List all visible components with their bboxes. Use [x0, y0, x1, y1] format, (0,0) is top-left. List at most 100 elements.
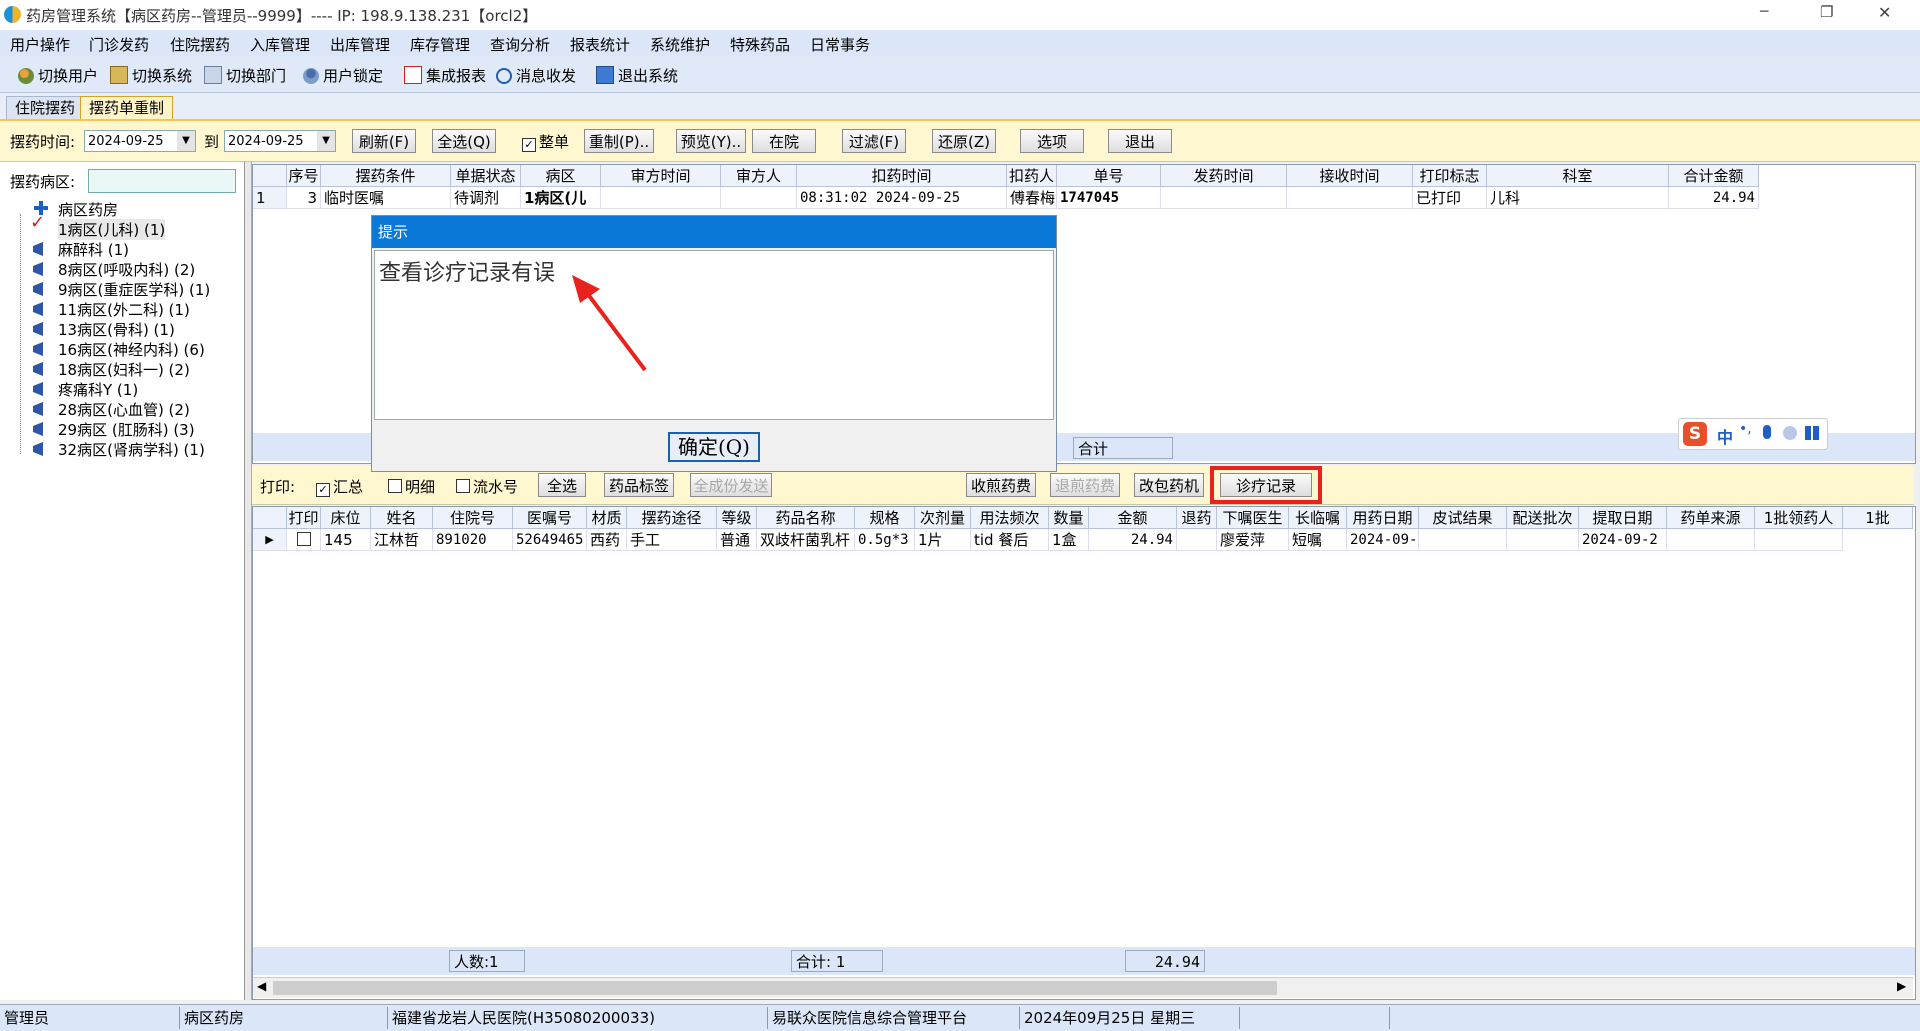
summary-checkbox[interactable]: ✓ 汇总 [316, 476, 363, 497]
collect-fee-button[interactable]: 收煎药费 [966, 473, 1036, 497]
col-header[interactable]: 单号 [1057, 165, 1161, 187]
tree-root[interactable]: 病区药房 [58, 199, 118, 220]
refresh-button[interactable]: 刷新(F) [352, 129, 416, 153]
col-header[interactable]: 审方时间 [601, 165, 721, 187]
col-header[interactable]: 药单来源 [1667, 507, 1755, 529]
tree-item-ward[interactable]: 麻醉科 (1) [58, 239, 129, 260]
col-header[interactable]: 材质 [587, 507, 627, 529]
col-header[interactable]: 用药日期 [1347, 507, 1419, 529]
col-header[interactable]: 1批领药人 [1755, 507, 1843, 529]
col-header[interactable]: 等级 [717, 507, 757, 529]
col-header[interactable]: 下嘱医生 [1217, 507, 1289, 529]
col-header[interactable]: 医嘱号 [513, 507, 587, 529]
col-header[interactable]: 扣药时间 [797, 165, 1007, 187]
col-header[interactable]: 科室 [1487, 165, 1669, 187]
grid-icon[interactable] [1805, 426, 1819, 440]
ward-search-input[interactable] [88, 169, 236, 193]
switch-system-button[interactable]: 切换系统 [110, 65, 192, 86]
col-header[interactable]: 合计金额 [1669, 165, 1759, 187]
col-header[interactable]: 药品名称 [757, 507, 855, 529]
serial-checkbox[interactable]: 流水号 [456, 476, 518, 497]
date-from-picker[interactable]: 2024-09-25 ▼ [84, 130, 196, 152]
menu-system[interactable]: 系统维护 [650, 34, 710, 55]
tree-item-ward[interactable]: 29病区 (肛肠科) (3) [58, 419, 195, 440]
col-header[interactable]: 数量 [1049, 507, 1089, 529]
tree-item-ward[interactable]: 1病区(儿科) (1) [58, 219, 166, 240]
medical-records-button[interactable]: 诊疗记录 [1220, 473, 1312, 497]
tab-remake[interactable]: 摆药单重制 [80, 96, 174, 119]
col-header[interactable]: 摆药途径 [627, 507, 717, 529]
in-hospital-button[interactable]: 在院 [752, 129, 816, 153]
menu-outpatient[interactable]: 门诊发药 [89, 34, 149, 55]
menu-inventory[interactable]: 库存管理 [410, 34, 470, 55]
whole-order-checkbox[interactable]: ✓ 整单 [522, 131, 569, 152]
preview-button[interactable]: 预览(Y).. [676, 129, 746, 153]
menu-special[interactable]: 特殊药品 [730, 34, 790, 55]
messages-button[interactable]: 消息收发 [496, 65, 576, 86]
remake-button[interactable]: 重制(P).. [584, 129, 654, 153]
user-icon[interactable] [1783, 426, 1797, 440]
restore-filter-button[interactable]: 还原(Z) [932, 129, 996, 153]
select-all-button[interactable]: 全选(Q) [432, 129, 496, 153]
menu-stock-out[interactable]: 出库管理 [330, 34, 390, 55]
menu-user-ops[interactable]: 用户操作 [10, 34, 70, 55]
close-button[interactable]: ✕ [1878, 3, 1891, 22]
switch-user-button[interactable]: 切换用户 [18, 65, 98, 86]
exit-system-button[interactable]: 退出系统 [596, 65, 678, 86]
ime-toolbar[interactable]: S 中 •, [1678, 418, 1828, 450]
change-machine-button[interactable]: 改包药机 [1134, 473, 1204, 497]
menu-reports[interactable]: 报表统计 [570, 34, 630, 55]
tree-item-ward[interactable]: 32病区(肾病学科) (1) [58, 439, 205, 460]
horizontal-scrollbar[interactable]: ◀ ▶ [253, 977, 1913, 998]
switch-dept-button[interactable]: 切换部门 [204, 65, 286, 86]
col-header[interactable]: 序号 [287, 165, 321, 187]
print-checkbox[interactable] [287, 529, 321, 551]
ime-chinese-mode[interactable]: 中 [1717, 424, 1733, 448]
tree-item-ward[interactable]: 疼痛科Y (1) [58, 379, 138, 400]
filter-button[interactable]: 过滤(F) [842, 129, 906, 153]
col-header[interactable]: 打印 [287, 507, 321, 529]
reports-button[interactable]: 集成报表 [404, 65, 486, 86]
refund-fee-button[interactable]: 退煎药费 [1050, 473, 1120, 497]
col-header[interactable]: 金额 [1089, 507, 1177, 529]
tree-item-ward[interactable]: 8病区(呼吸内科) (2) [58, 259, 195, 280]
col-header[interactable]: 扣药人 [1007, 165, 1057, 187]
ime-punct-mode[interactable]: •, [1739, 421, 1752, 437]
tree-item-ward[interactable]: 18病区(妇科一) (2) [58, 359, 190, 380]
options-button[interactable]: 选项 [1020, 129, 1084, 153]
col-header[interactable]: 发药时间 [1161, 165, 1287, 187]
col-header[interactable]: 床位 [321, 507, 371, 529]
menu-inpatient[interactable]: 住院摆药 [170, 34, 230, 55]
col-header[interactable]: 审方人 [721, 165, 797, 187]
col-header[interactable]: 退药 [1177, 507, 1217, 529]
microphone-icon[interactable] [1763, 425, 1771, 439]
menu-stock-in[interactable]: 入库管理 [250, 34, 310, 55]
minimize-button[interactable]: ─ [1760, 4, 1768, 20]
date-to-picker[interactable]: 2024-09-25 ▼ [224, 130, 336, 152]
col-header[interactable]: 接收时间 [1287, 165, 1413, 187]
restore-button[interactable]: ❐ [1820, 3, 1833, 21]
col-header[interactable]: 1批 [1843, 507, 1913, 529]
col-header[interactable]: 配送批次 [1507, 507, 1579, 529]
menu-daily[interactable]: 日常事务 [810, 34, 870, 55]
col-header[interactable]: 打印标志 [1413, 165, 1487, 187]
tree-item-ward[interactable]: 13病区(骨科) (1) [58, 319, 175, 340]
scroll-thumb[interactable] [273, 981, 1277, 995]
exit-button[interactable]: 退出 [1108, 129, 1172, 153]
col-header[interactable]: 次剂量 [915, 507, 971, 529]
col-header[interactable]: 用法频次 [971, 507, 1049, 529]
col-header[interactable]: 姓名 [371, 507, 433, 529]
col-header[interactable]: 单据状态 [451, 165, 521, 187]
scroll-right-icon[interactable]: ▶ [1897, 979, 1906, 993]
menu-query[interactable]: 查询分析 [490, 34, 550, 55]
ok-button[interactable]: 确定(Q) [668, 432, 760, 462]
full-send-button[interactable]: 全成份发送 [690, 473, 772, 497]
tab-inpatient-dispense[interactable]: 住院摆药 [6, 96, 85, 119]
col-header[interactable]: 皮试结果 [1419, 507, 1507, 529]
col-header[interactable]: 长临嘱 [1289, 507, 1347, 529]
detail-checkbox[interactable]: 明细 [388, 476, 435, 497]
splitter[interactable] [245, 162, 252, 1000]
col-header[interactable]: 病区 [521, 165, 601, 187]
col-header[interactable]: 住院号 [433, 507, 513, 529]
print-select-all-button[interactable]: 全选 [538, 473, 586, 497]
